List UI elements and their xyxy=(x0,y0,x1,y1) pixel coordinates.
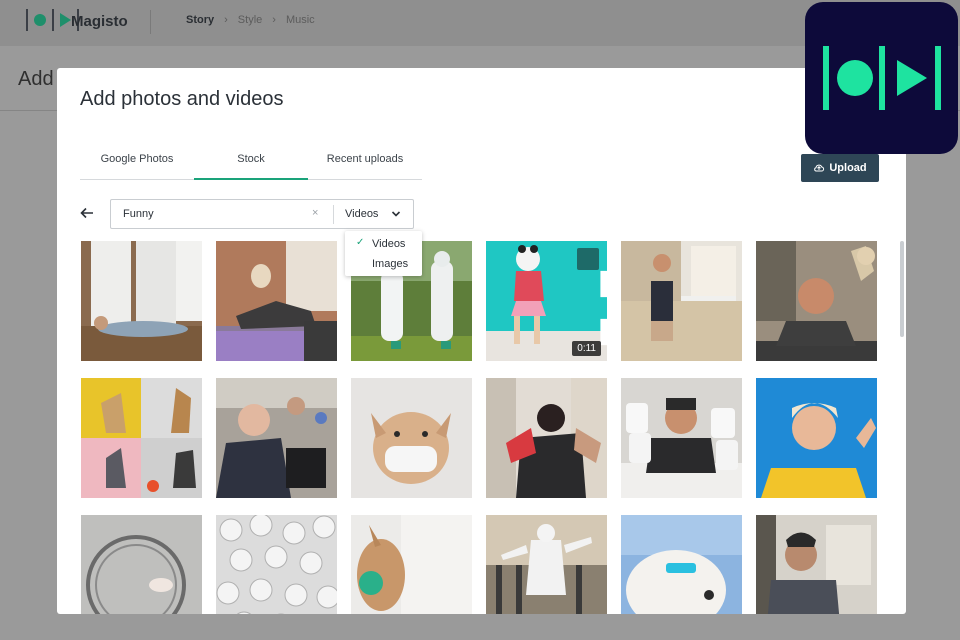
check-icon: ✓ xyxy=(356,237,365,248)
media-thumbnail[interactable]: 0:11 xyxy=(486,241,607,361)
close-icon[interactable]: × xyxy=(312,207,318,219)
media-thumbnail[interactable] xyxy=(81,378,202,498)
tab-recent-uploads[interactable]: Recent uploads xyxy=(308,148,422,179)
media-thumbnail[interactable] xyxy=(216,515,337,614)
media-thumbnail[interactable] xyxy=(216,378,337,498)
brand-name: Magisto xyxy=(71,13,128,30)
arrow-left-icon[interactable] xyxy=(79,205,95,221)
media-thumbnail[interactable] xyxy=(216,241,337,361)
search-box: × Videos xyxy=(110,199,414,229)
upload-label: Upload xyxy=(829,162,867,174)
media-thumbnail[interactable] xyxy=(486,378,607,498)
step-breadcrumb: Story › Style › Music xyxy=(186,14,325,26)
step-story[interactable]: Story xyxy=(186,14,214,26)
tab-stock[interactable]: Stock xyxy=(194,148,308,180)
media-thumbnail[interactable] xyxy=(756,378,877,498)
chevron-right-icon: › xyxy=(224,14,228,26)
media-type-dropdown: ✓ Videos Images xyxy=(345,231,422,276)
media-thumbnail[interactable] xyxy=(351,515,472,614)
upload-button[interactable]: Upload xyxy=(801,154,879,182)
cloud-upload-icon xyxy=(814,164,825,172)
source-tabs: Google Photos Stock Recent uploads xyxy=(80,148,422,180)
media-thumbnail[interactable] xyxy=(81,241,202,361)
search-divider xyxy=(333,205,334,224)
option-label: Videos xyxy=(372,238,406,250)
video-duration: 0:11 xyxy=(572,341,601,356)
step-music[interactable]: Music xyxy=(286,14,315,26)
option-images[interactable]: Images xyxy=(345,254,422,274)
grid-scrollbar[interactable] xyxy=(900,241,904,337)
media-thumbnail[interactable] xyxy=(621,515,742,614)
media-thumbnail[interactable] xyxy=(756,241,877,361)
search-input[interactable] xyxy=(123,208,303,220)
tab-google-photos[interactable]: Google Photos xyxy=(80,148,194,179)
media-thumbnail[interactable] xyxy=(756,515,877,614)
media-thumbnail[interactable] xyxy=(621,241,742,361)
expand-icon[interactable] xyxy=(577,248,607,346)
logo-mark-icon xyxy=(823,46,941,110)
option-label: Images xyxy=(372,258,409,270)
chevron-down-icon[interactable] xyxy=(391,209,401,219)
brand-divider xyxy=(150,10,151,34)
add-media-modal: Add photos and videos Google Photos Stoc… xyxy=(57,68,906,614)
magisto-app-icon xyxy=(805,2,958,154)
media-thumbnail[interactable] xyxy=(81,515,202,614)
modal-title: Add photos and videos xyxy=(80,88,284,110)
media-type-select[interactable]: Videos xyxy=(345,208,378,220)
background-page-title: Add xyxy=(18,68,54,90)
media-thumbnail[interactable] xyxy=(486,515,607,614)
chevron-right-icon: › xyxy=(272,14,276,26)
media-thumbnail[interactable] xyxy=(351,378,472,498)
option-videos[interactable]: ✓ Videos xyxy=(345,234,422,254)
step-style[interactable]: Style xyxy=(238,14,262,26)
media-thumbnail[interactable] xyxy=(621,378,742,498)
